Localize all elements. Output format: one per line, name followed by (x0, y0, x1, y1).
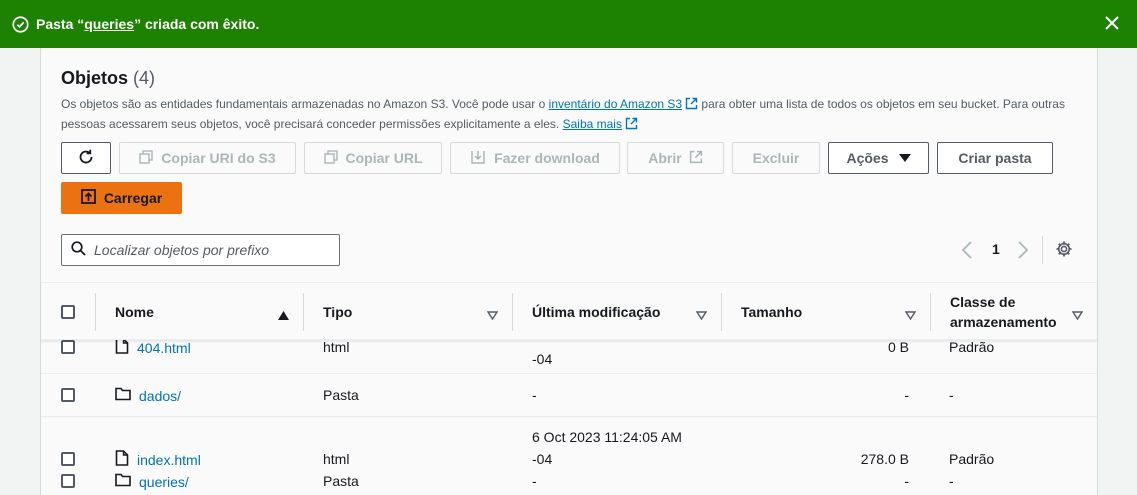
modified-cell: - (532, 387, 537, 403)
flash-message: Pasta “queries” criada com êxito. (36, 16, 260, 32)
sort-caret-down-icon[interactable] (486, 307, 499, 323)
download-icon (470, 149, 494, 168)
type-cell: Pasta (323, 387, 359, 403)
success-flashbar: Pasta “queries” criada com êxito. (0, 0, 1137, 48)
learn-more-link[interactable]: Saiba mais (563, 117, 622, 131)
folder-icon (115, 473, 139, 490)
current-page[interactable]: 1 (992, 241, 1000, 257)
object-name-link[interactable]: queries/ (139, 474, 189, 490)
storage-class-cell: - (949, 387, 954, 403)
panel-description: Os objetos são as entidades fundamentais… (61, 96, 1065, 131)
table-row[interactable]: dados/ Pasta - - - (41, 374, 1097, 417)
chevron-right-icon[interactable] (1017, 240, 1029, 263)
refresh-icon (77, 148, 95, 169)
object-name-link[interactable]: 404.html (137, 340, 191, 356)
caret-down-icon (898, 150, 911, 166)
column-last-modified[interactable]: Última modificação (512, 283, 721, 340)
divider (1042, 236, 1043, 264)
row-checkbox[interactable] (61, 474, 75, 488)
storage-class-cell: - (949, 473, 954, 489)
download-button[interactable]: Fazer download (450, 142, 620, 174)
close-icon[interactable] (1103, 14, 1121, 32)
inventory-link[interactable]: inventário do Amazon S3 (549, 97, 682, 111)
chevron-left-icon[interactable] (961, 240, 973, 263)
select-all-checkbox[interactable] (61, 304, 75, 319)
size-cell: - (904, 473, 909, 489)
folder-icon (115, 387, 139, 404)
sort-caret-down-icon[interactable] (695, 307, 708, 323)
upload-button[interactable]: Carregar (61, 182, 182, 214)
copy-url-button[interactable]: Copiar URL (304, 142, 442, 174)
sort-ascending-icon[interactable] (278, 307, 289, 323)
sort-caret-down-icon[interactable] (1071, 307, 1084, 323)
panel-title: Objetos (4) (61, 68, 156, 88)
external-link-icon (685, 96, 698, 110)
column-size[interactable]: Tamanho (721, 283, 930, 340)
copy-icon (139, 149, 161, 167)
gear-icon[interactable] (1055, 240, 1073, 261)
modified-cell: - (532, 473, 537, 489)
flash-folder-link[interactable]: queries (84, 16, 134, 32)
external-link-icon (625, 116, 638, 130)
external-link-icon (689, 150, 703, 167)
table-header: Nome Tipo Última modificação Tamanho Cla… (41, 282, 1097, 340)
object-count: (4) (133, 68, 156, 88)
upload-icon (80, 189, 104, 207)
modified-cell: -04 (532, 351, 553, 367)
sort-caret-down-icon[interactable] (904, 307, 917, 323)
object-name-link[interactable]: dados/ (139, 388, 181, 404)
objects-table-body: 404.html html -04 0 B Padrão dados/ Past… (41, 340, 1097, 495)
objects-panel: Objetos (4) Os objetos são as entidades … (40, 48, 1098, 495)
table-row[interactable]: 404.html html -04 0 B Padrão (41, 340, 1097, 374)
type-cell: Pasta (323, 473, 359, 489)
prefix-search-box[interactable] (61, 234, 340, 266)
size-cell: - (904, 387, 909, 403)
file-icon (115, 340, 137, 357)
copy-icon (323, 149, 346, 167)
row-checkbox[interactable] (61, 340, 75, 354)
open-button[interactable]: Abrir (627, 142, 724, 174)
size-cell: 0 B (887, 340, 909, 355)
create-folder-button[interactable]: Criar pasta (937, 142, 1053, 174)
search-icon (71, 241, 86, 259)
delete-button[interactable]: Excluir (732, 142, 820, 174)
search-input[interactable] (94, 242, 334, 258)
actions-dropdown[interactable]: Ações (828, 142, 929, 174)
storage-class-cell: Padrão (949, 340, 995, 355)
copy-s3-uri-button[interactable]: Copiar URI do S3 (119, 142, 296, 174)
table-row[interactable]: queries/ Pasta - - - (41, 460, 1097, 495)
row-checkbox[interactable] (61, 388, 75, 402)
type-cell: html (323, 340, 350, 355)
refresh-button[interactable] (61, 142, 111, 174)
column-type[interactable]: Tipo (303, 283, 512, 340)
column-storage-class[interactable]: Classe de armazenamento (930, 283, 1097, 340)
check-circle-icon (12, 15, 29, 33)
column-name[interactable]: Nome (95, 283, 303, 340)
select-all-cell (61, 283, 75, 340)
